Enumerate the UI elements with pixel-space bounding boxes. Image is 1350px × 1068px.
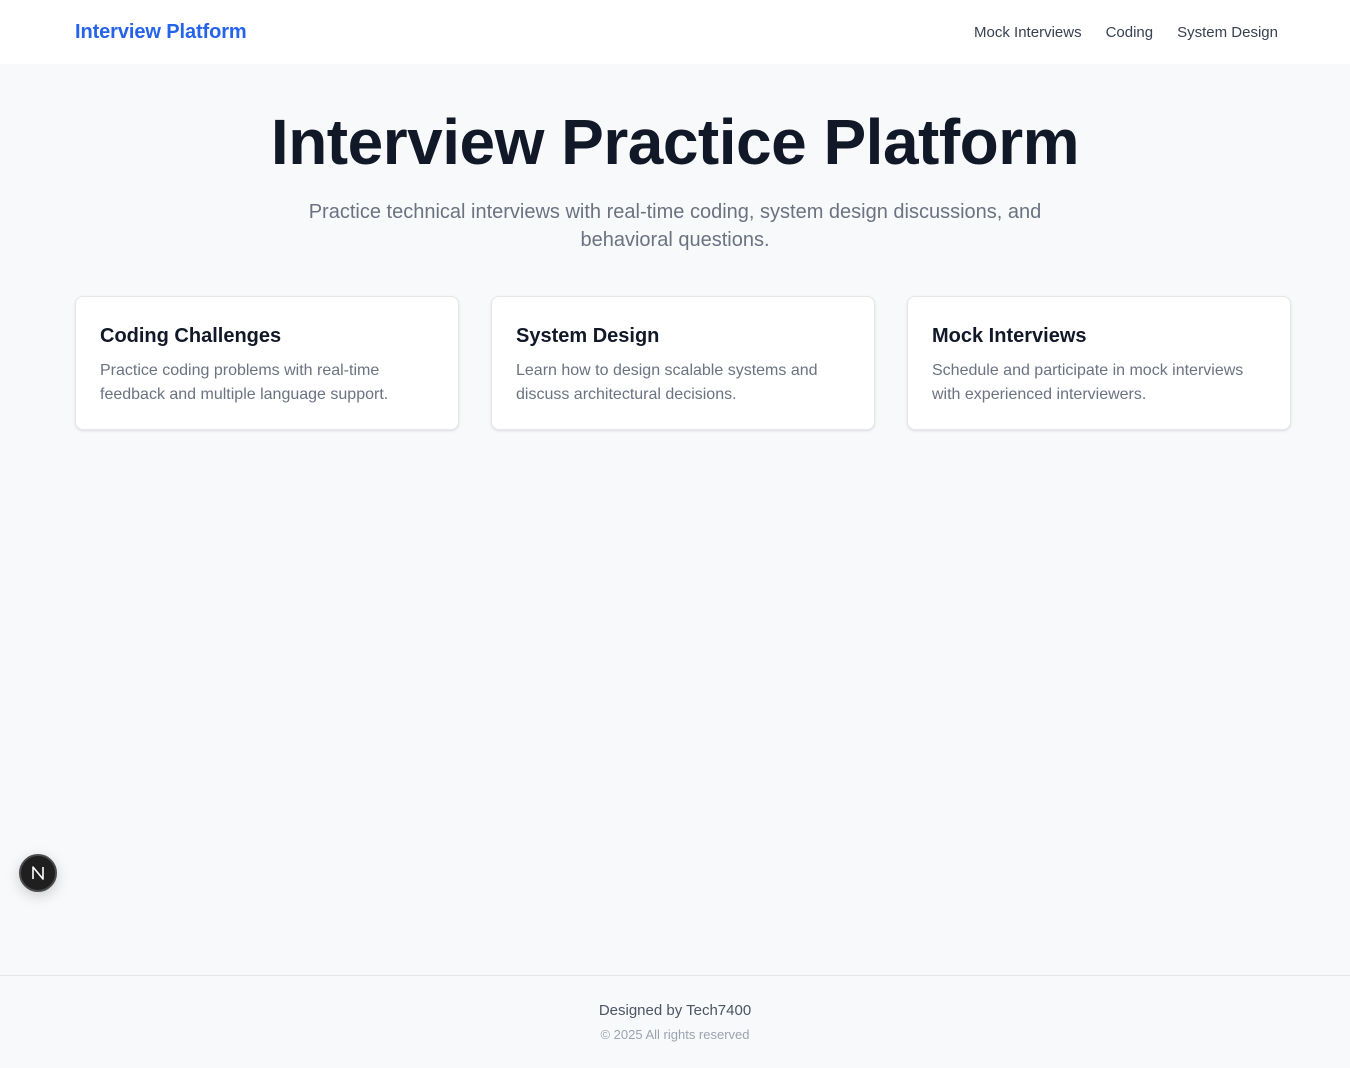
card-mock-interviews[interactable]: Mock Interviews Schedule and participate…	[907, 296, 1291, 430]
feature-cards: Coding Challenges Practice coding proble…	[75, 296, 1291, 430]
nav-link-mock-interviews[interactable]: Mock Interviews	[974, 24, 1082, 41]
hero-section: Interview Practice Platform Practice tec…	[0, 108, 1350, 254]
card-title: System Design	[516, 325, 660, 347]
page-title: Interview Practice Platform	[270, 106, 1080, 178]
card-description: Learn how to design scalable systems and…	[516, 362, 818, 403]
page-subtitle: Practice technical interviews with real-…	[308, 201, 1042, 251]
card-title: Mock Interviews	[932, 325, 1087, 347]
nextjs-dev-tools-button[interactable]	[19, 854, 57, 892]
card-description: Practice coding problems with real-time …	[100, 362, 389, 403]
nextjs-logo-icon	[32, 866, 44, 880]
top-nav-bar: Interview Platform Mock Interviews Codin…	[0, 0, 1350, 64]
page: Interview Platform Mock Interviews Codin…	[0, 0, 1350, 1068]
card-coding-challenges[interactable]: Coding Challenges Practice coding proble…	[75, 296, 459, 430]
main-nav: Mock Interviews Coding System Design	[974, 24, 1278, 41]
nav-link-system-design[interactable]: System Design	[1177, 24, 1278, 41]
card-description: Schedule and participate in mock intervi…	[932, 362, 1244, 403]
card-system-design[interactable]: System Design Learn how to design scalab…	[491, 296, 875, 430]
card-title: Coding Challenges	[100, 325, 282, 347]
footer-copyright: © 2025 All rights reserved	[600, 1027, 750, 1042]
footer: Designed by Tech7400 © 2025 All rights r…	[0, 975, 1350, 1068]
footer-credit: Designed by Tech7400	[598, 1002, 752, 1019]
nav-link-coding[interactable]: Coding	[1106, 24, 1154, 41]
brand-logo-link[interactable]: Interview Platform	[75, 21, 247, 44]
